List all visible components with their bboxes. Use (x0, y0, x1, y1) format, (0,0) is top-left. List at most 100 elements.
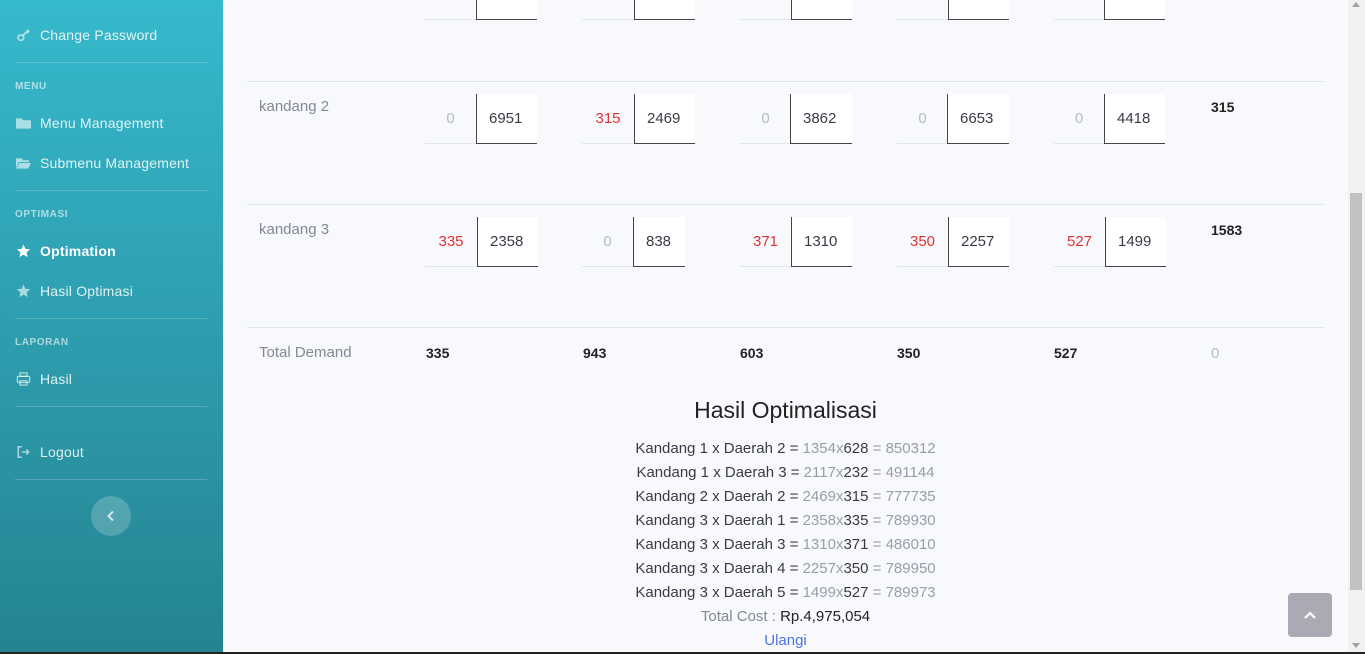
scroll-down-arrow-icon[interactable] (1352, 643, 1360, 648)
sidebar-item-label: Change Password (40, 27, 158, 43)
supply-value: 315 (1211, 99, 1235, 115)
result-alloc: 335 (843, 512, 869, 529)
row-divider (247, 204, 1324, 205)
cost-cell[interactable]: 6653 (947, 94, 1009, 144)
result-equals: = (872, 584, 882, 601)
cost-cell[interactable]: 4418 (1104, 94, 1165, 144)
row-divider (247, 327, 1324, 328)
result-cost: 2358 (802, 512, 836, 529)
demand-value: 603 (740, 345, 764, 361)
result-alloc: 350 (843, 560, 869, 577)
demand-value: 527 (1054, 345, 1078, 361)
cost-cell[interactable] (948, 0, 1009, 20)
result-value: 486010 (885, 536, 936, 553)
folder-icon (15, 116, 32, 130)
result-value: 850312 (885, 440, 936, 457)
cost-cell[interactable]: 2358 (477, 217, 538, 267)
cost-cell[interactable]: 838 (633, 217, 685, 267)
supply-value: 1583 (1211, 222, 1243, 238)
sidebar-item-label: Hasil (40, 371, 73, 387)
sidebar-item-label: Submenu Management (40, 155, 190, 171)
scroll-up-arrow-icon[interactable] (1352, 2, 1360, 7)
sidebar-item-label: Optimation (40, 243, 116, 259)
cost-cell[interactable] (476, 0, 537, 20)
folder-open-icon (15, 156, 32, 170)
result-equals: = (872, 440, 882, 457)
result-cost: 1354 (802, 440, 836, 457)
sidebar-divider (15, 190, 207, 191)
result-line: Kandang 3 x Daerah 3 = 1310x371 = 486010 (223, 536, 1348, 553)
alloc-cell: 350 (897, 217, 948, 267)
cost-cell[interactable]: 6951 (476, 94, 537, 144)
cost-cell[interactable]: 3862 (790, 94, 852, 144)
sidebar-heading-menu: MENU (15, 81, 47, 92)
result-line: Kandang 3 x Daerah 1 = 2358x335 = 789930 (223, 512, 1348, 529)
result-alloc: 628 (843, 440, 869, 457)
print-icon (15, 372, 32, 386)
sidebar-divider (15, 479, 207, 480)
demand-value: 943 (583, 345, 607, 361)
sidebar-item-change-password[interactable]: Change Password (15, 27, 157, 43)
alloc-cell: 0 (425, 94, 476, 144)
scroll-to-top-button[interactable] (1288, 593, 1332, 637)
sidebar-item-hasil[interactable]: Hasil (15, 371, 72, 387)
result-label: Kandang 3 x Daerah 1 = (635, 512, 799, 529)
result-cost: 2117 (803, 464, 836, 481)
result-line: Kandang 1 x Daerah 2 = 1354x628 = 850312 (223, 440, 1348, 457)
cost-cell[interactable]: 2257 (948, 217, 1009, 267)
star-icon (15, 284, 32, 298)
sidebar-divider (15, 62, 207, 63)
sidebar-item-submenu-management[interactable]: Submenu Management (15, 155, 189, 171)
sidebar-heading-laporan: LAPORAN (15, 337, 69, 348)
result-value: 777735 (885, 488, 936, 505)
result-equals: = (872, 512, 882, 529)
sidebar-item-hasil-optimasi[interactable]: Hasil Optimasi (15, 283, 133, 299)
ulangi-link[interactable]: Ulangi (223, 632, 1348, 649)
sidebar-divider (15, 318, 207, 319)
sidebar-item-logout[interactable]: Logout (15, 444, 84, 460)
sidebar-item-label: Logout (40, 444, 85, 460)
result-value: 789950 (885, 560, 936, 577)
result-equals: = (872, 560, 882, 577)
alloc-cell (425, 0, 476, 20)
cost-cell[interactable] (791, 0, 852, 20)
alloc-cell: 0 (897, 94, 948, 144)
cost-cell[interactable]: 2469 (634, 94, 695, 144)
result-label: Kandang 3 x Daerah 4 = (635, 560, 799, 577)
star-icon (15, 244, 32, 258)
alloc-cell: 0 (582, 217, 633, 267)
cost-cell[interactable] (634, 0, 695, 20)
result-cost: 2257 (802, 560, 836, 577)
demand-total: 0 (1211, 345, 1220, 362)
result-equals: = (872, 464, 882, 481)
alloc-cell (1054, 0, 1104, 20)
result-value: 789930 (885, 512, 936, 529)
cost-cell[interactable]: 1310 (791, 217, 852, 267)
scrollbar-thumb[interactable] (1350, 193, 1362, 590)
total-cost-label: Total Cost : (700, 608, 776, 625)
sidebar-divider (15, 406, 207, 407)
result-line: Kandang 3 x Daerah 5 = 1499x527 = 789973 (223, 584, 1348, 601)
main-content: kandang 2 0 6951 315 2469 0 3862 0 6653 … (223, 0, 1348, 654)
result-alloc: 371 (843, 536, 869, 553)
scrollbar[interactable] (1348, 0, 1365, 654)
cost-cell[interactable] (1104, 0, 1165, 20)
result-label: Kandang 3 x Daerah 5 = (635, 584, 799, 601)
sidebar-toggle-button[interactable] (91, 496, 131, 536)
alloc-cell: 0 (740, 94, 791, 144)
result-line: Kandang 3 x Daerah 4 = 2257x350 = 789950 (223, 560, 1348, 577)
row-label-kandang-2: kandang 2 (259, 98, 330, 115)
alloc-cell: 315 (582, 94, 634, 144)
total-cost-value: Rp.4,975,054 (780, 608, 871, 625)
demand-value: 335 (426, 345, 450, 361)
sidebar-item-optimation[interactable]: Optimation (15, 243, 116, 259)
result-line: Kandang 2 x Daerah 2 = 2469x315 = 777735 (223, 488, 1348, 505)
result-title: Hasil Optimalisasi (694, 397, 877, 423)
result-label: Kandang 2 x Daerah 2 = (635, 488, 799, 505)
cost-cell[interactable]: 1499 (1105, 217, 1166, 267)
alloc-cell (582, 0, 634, 20)
sidebar-item-menu-management[interactable]: Menu Management (15, 115, 164, 131)
row-divider (247, 81, 1324, 82)
result-line: Kandang 1 x Daerah 3 = 2117x232 = 491144 (223, 464, 1348, 481)
alloc-cell (740, 0, 791, 20)
